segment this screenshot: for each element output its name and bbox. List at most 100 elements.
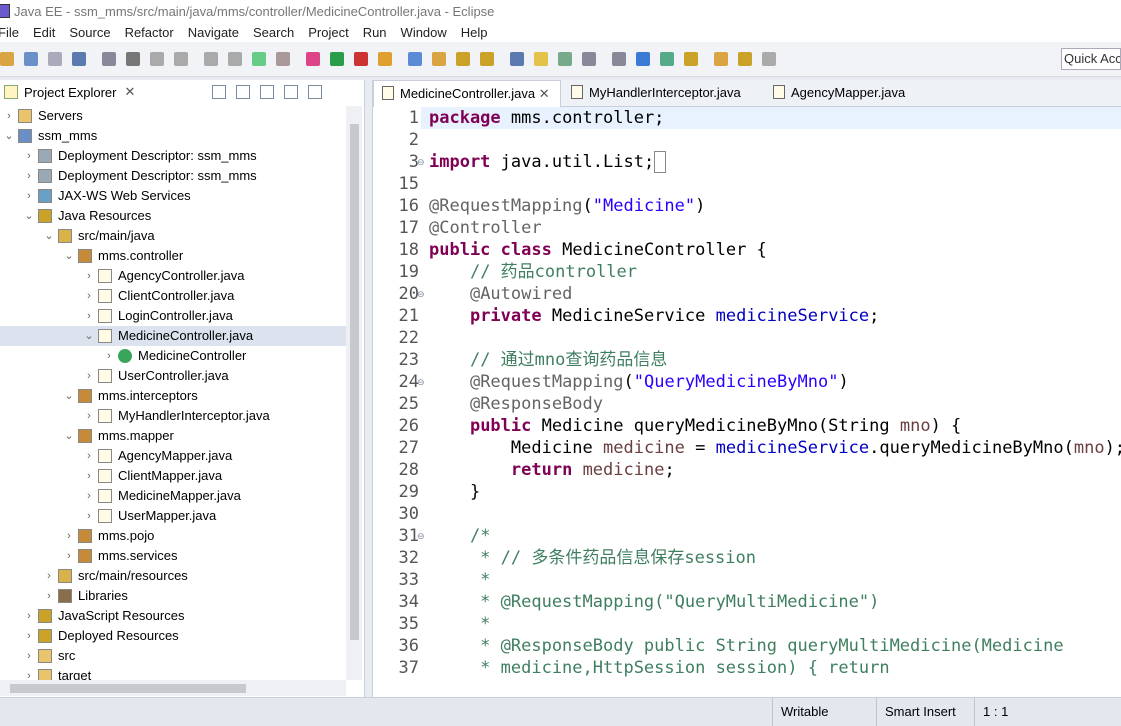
menu-source[interactable]: Source [69, 25, 110, 40]
toolbar-button-icon[interactable] [612, 52, 626, 66]
toolbar-button-icon[interactable] [480, 52, 494, 66]
chevron-down-icon[interactable]: ⌄ [24, 206, 34, 226]
toolbar-button-icon[interactable] [378, 52, 392, 66]
toolbar-button-icon[interactable] [0, 52, 14, 66]
toolbar-button-icon[interactable] [714, 52, 728, 66]
fold-toggle-icon[interactable]: ⊖ [417, 377, 425, 388]
minimize-icon[interactable] [284, 85, 298, 99]
toolbar-button-icon[interactable] [24, 52, 38, 66]
close-icon[interactable]: ✕ [124, 84, 135, 100]
chevron-down-icon[interactable]: ⌄ [84, 326, 94, 346]
toolbar-button-icon[interactable] [306, 52, 320, 66]
chevron-down-icon[interactable]: ⌄ [64, 246, 74, 266]
toolbar-button-icon[interactable] [174, 52, 188, 66]
toolbar-button-icon[interactable] [636, 52, 650, 66]
chevron-right-icon[interactable]: › [84, 406, 94, 426]
chevron-right-icon[interactable]: › [84, 366, 94, 386]
tree-item[interactable]: › ClientMapper.java [0, 466, 346, 486]
fold-toggle-icon[interactable]: ⊖ [417, 289, 425, 300]
tree-horizontal-scrollbar[interactable] [0, 680, 346, 696]
tree-item[interactable]: › src/main/resources [0, 566, 346, 586]
chevron-right-icon[interactable]: › [44, 566, 54, 586]
tree-item[interactable]: › AgencyMapper.java [0, 446, 346, 466]
tree-item[interactable]: ⌄ Java Resources [0, 206, 346, 226]
tree-item[interactable]: › MyHandlerInterceptor.java [0, 406, 346, 426]
chevron-right-icon[interactable]: › [84, 446, 94, 466]
chevron-right-icon[interactable]: › [84, 466, 94, 486]
menu-help[interactable]: Help [461, 25, 488, 40]
tree-item[interactable]: › mms.services [0, 546, 346, 566]
code-line[interactable]: } [429, 481, 480, 503]
menu-window[interactable]: Window [401, 25, 447, 40]
chevron-right-icon[interactable]: › [64, 546, 74, 566]
chevron-right-icon[interactable]: › [84, 486, 94, 506]
code-line[interactable]: * @ResponseBody public String queryMulti… [429, 635, 1063, 657]
chevron-down-icon[interactable]: ⌄ [64, 386, 74, 406]
menu-refactor[interactable]: Refactor [125, 25, 174, 40]
tree-item[interactable]: › Deployment Descriptor: ssm_mms [0, 166, 346, 186]
editor-tab[interactable]: MedicineController.java ✕ [373, 80, 561, 107]
chevron-right-icon[interactable]: › [64, 526, 74, 546]
code-area[interactable]: 1 package mms.controller; 2 3 ⊖ import java.u… [373, 107, 1121, 697]
code-line[interactable]: * // 多条件药品信息保存session [429, 547, 756, 569]
code-line[interactable]: /* [429, 525, 490, 547]
code-line[interactable]: return medicine; [429, 459, 675, 481]
tree-item[interactable]: › MedicineMapper.java [0, 486, 346, 506]
code-line[interactable]: import java.util.List; [429, 151, 667, 173]
menu-navigate[interactable]: Navigate [188, 25, 239, 40]
project-explorer-tab[interactable]: Project Explorer ✕ [0, 80, 136, 104]
chevron-right-icon[interactable]: › [24, 146, 34, 166]
toolbar-button-icon[interactable] [738, 52, 752, 66]
chevron-right-icon[interactable]: › [84, 306, 94, 326]
chevron-right-icon[interactable]: › [84, 286, 94, 306]
view-menu-icon[interactable] [260, 85, 274, 99]
editor-tab[interactable]: AgencyMapper.java [765, 80, 915, 106]
toolbar-button-icon[interactable] [558, 52, 572, 66]
code-line[interactable]: private MedicineService medicineService; [429, 305, 879, 327]
code-line[interactable]: @Controller [429, 217, 542, 239]
tree-vertical-scrollbar[interactable] [346, 106, 362, 680]
chevron-right-icon[interactable]: › [84, 266, 94, 286]
menu-edit[interactable]: Edit [33, 25, 55, 40]
tree-item[interactable]: › JAX-WS Web Services [0, 186, 346, 206]
menu-project[interactable]: Project [308, 25, 348, 40]
code-line[interactable]: * @RequestMapping("QueryMultiMedicine") [429, 591, 879, 613]
tree-item[interactable]: › target [0, 666, 346, 680]
toolbar-button-icon[interactable] [684, 52, 698, 66]
chevron-right-icon[interactable]: › [24, 626, 34, 646]
toolbar-button-icon[interactable] [408, 52, 422, 66]
code-line[interactable]: * medicine,HttpSession session) { return [429, 657, 889, 679]
code-line[interactable]: @RequestMapping("Medicine") [429, 195, 705, 217]
tree-item[interactable]: ⌄ mms.interceptors [0, 386, 346, 406]
tree-item[interactable]: › Deployed Resources [0, 626, 346, 646]
tree-item[interactable]: › LoginController.java [0, 306, 346, 326]
toolbar-button-icon[interactable] [534, 52, 548, 66]
tree-item[interactable]: ⌄ src/main/java [0, 226, 346, 246]
tree-item[interactable]: › JavaScript Resources [0, 606, 346, 626]
tree-item[interactable]: › Deployment Descriptor: ssm_mms [0, 146, 346, 166]
close-icon[interactable]: ✕ [535, 86, 550, 101]
toolbar-button-icon[interactable] [330, 52, 344, 66]
menu-run[interactable]: Run [363, 25, 387, 40]
chevron-right-icon[interactable]: › [24, 186, 34, 206]
chevron-down-icon[interactable]: ⌄ [44, 226, 54, 246]
collapse-all-icon[interactable] [212, 85, 226, 99]
quick-access-input[interactable]: Quick Access [1061, 48, 1121, 70]
chevron-right-icon[interactable]: › [104, 346, 114, 366]
tree-item[interactable]: › mms.pojo [0, 526, 346, 546]
tree-item[interactable]: › UserController.java [0, 366, 346, 386]
tree-item[interactable]: › ClientController.java [0, 286, 346, 306]
code-line[interactable]: @ResponseBody [429, 393, 603, 415]
code-line[interactable]: @RequestMapping("QueryMedicineByMno") [429, 371, 849, 393]
fold-toggle-icon[interactable]: ⊖ [417, 531, 425, 542]
toolbar-button-icon[interactable] [126, 52, 140, 66]
link-editor-icon[interactable] [236, 85, 250, 99]
code-line[interactable]: Medicine medicine = medicineService.quer… [429, 437, 1121, 459]
toolbar-button-icon[interactable] [48, 52, 62, 66]
chevron-right-icon[interactable]: › [4, 106, 14, 126]
fold-toggle-icon[interactable]: ⊖ [417, 157, 425, 168]
chevron-right-icon[interactable]: › [84, 506, 94, 526]
toolbar-button-icon[interactable] [276, 52, 290, 66]
toolbar-button-icon[interactable] [660, 52, 674, 66]
tree-item[interactable]: › Libraries [0, 586, 346, 606]
